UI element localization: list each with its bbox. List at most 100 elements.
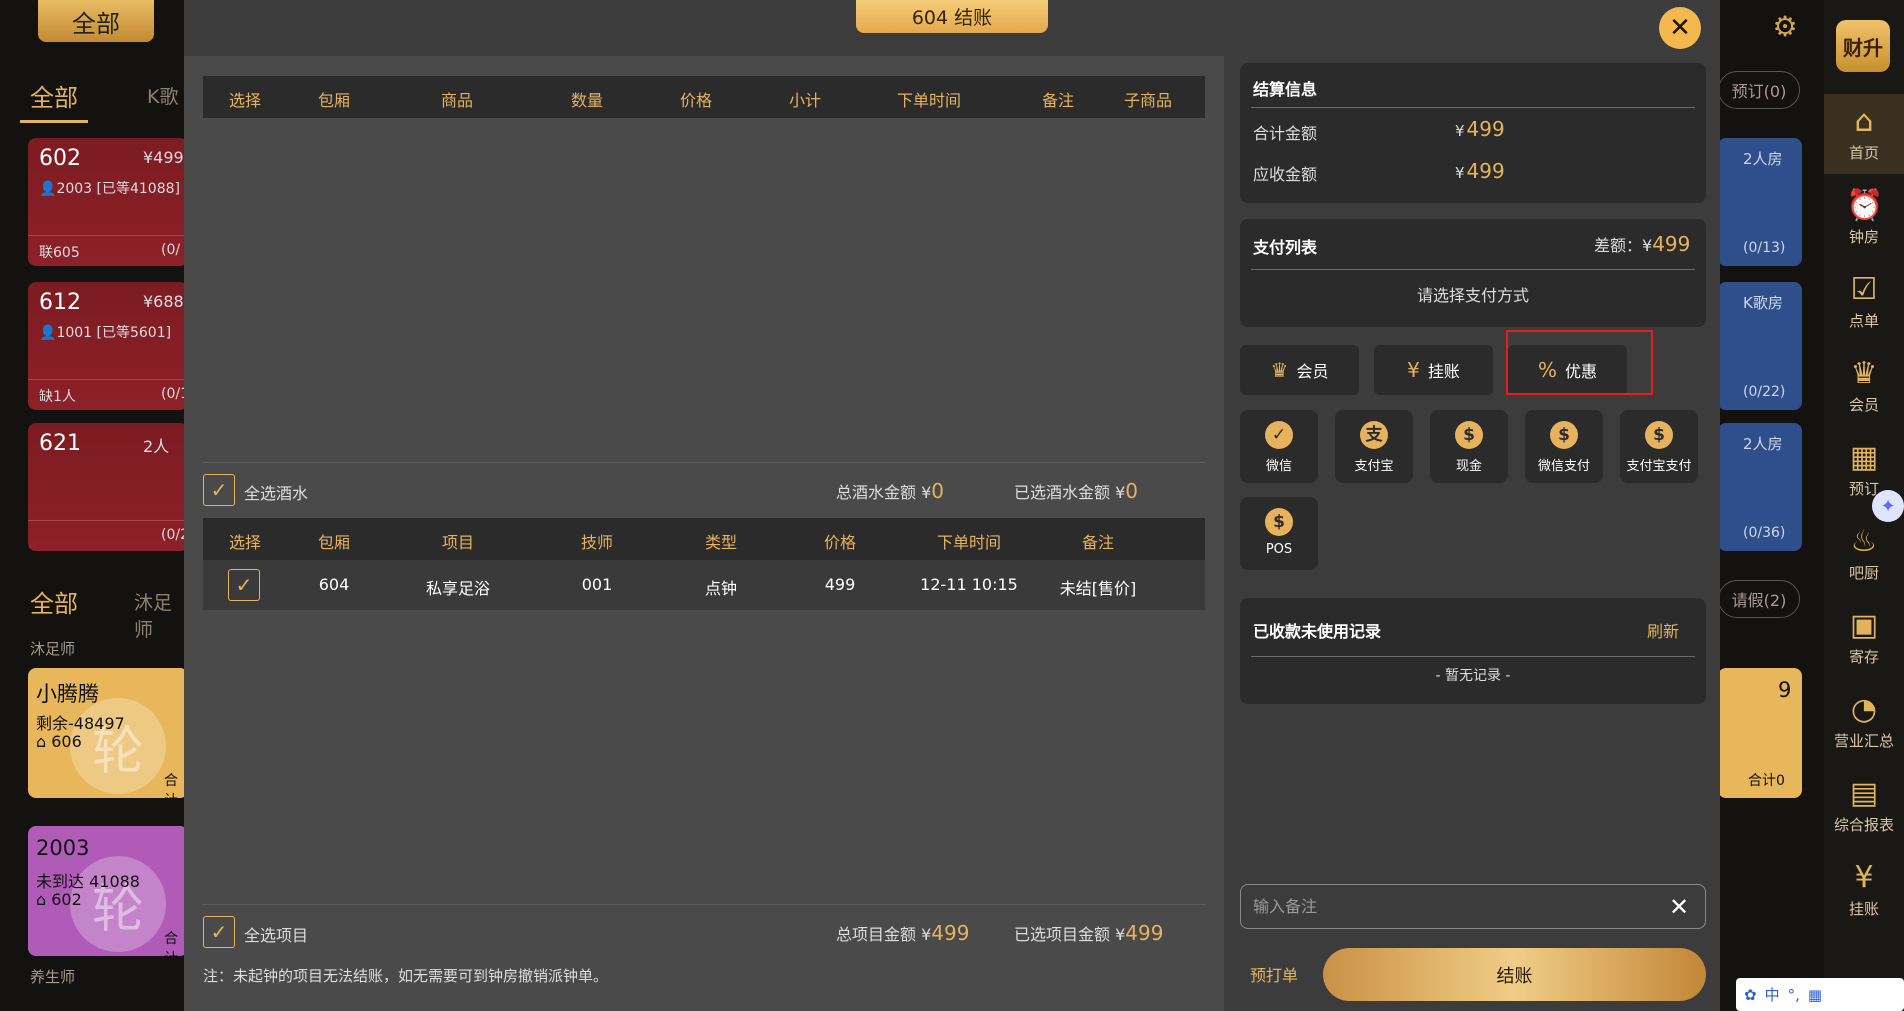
- row-price: 499: [824, 575, 856, 594]
- room-card-602[interactable]: 602 ¥499 👤2003 [已等41088] 联605 (0/: [28, 138, 188, 266]
- money-bag-icon: $: [1550, 421, 1578, 449]
- leave-tag[interactable]: 请假(2): [1718, 580, 1800, 618]
- home-icon: ⌂: [36, 890, 47, 909]
- ime-keyboard-icon: ▦: [1807, 985, 1823, 1004]
- tech-card-right[interactable]: 9 合计0: [1718, 668, 1802, 798]
- sidebar-item-member[interactable]: ♛ 会员: [1824, 346, 1904, 426]
- row-tech: 001: [581, 575, 613, 594]
- note-input[interactable]: [1240, 884, 1706, 929]
- credit-icon: ¥: [1854, 860, 1874, 895]
- credit-button[interactable]: ¥ 挂账: [1374, 345, 1493, 395]
- unused-payment-records: 已收款未使用记录 刷新 - 暂无记录 -: [1240, 598, 1706, 704]
- assistant-float-icon[interactable]: ✦: [1872, 490, 1904, 522]
- credit-icon: ¥: [1407, 358, 1420, 382]
- sidebar-item-clock-room[interactable]: ⏰ 钟房: [1824, 178, 1904, 258]
- sidebar-item-report[interactable]: ▤ 综合报表: [1824, 766, 1904, 846]
- sidebar-item-credit[interactable]: ¥ 挂账: [1824, 850, 1904, 930]
- room-card-blue-1[interactable]: 2人房 (0/13): [1718, 138, 1802, 266]
- col-order-time: 下单时间: [896, 91, 962, 110]
- pay-wechat-pay[interactable]: $ 微信支付: [1525, 410, 1603, 483]
- select-all-items-checkbox[interactable]: ✓: [203, 916, 235, 948]
- tech-type-tabs: 全部 沐足师: [0, 580, 185, 641]
- divider: [203, 904, 1205, 905]
- pay-alipay-pay[interactable]: $ 支付宝支付: [1620, 410, 1698, 483]
- pay-cash[interactable]: $ 现金: [1430, 410, 1508, 483]
- col-note: 备注: [1041, 91, 1075, 110]
- tech-name: 2003: [36, 836, 90, 860]
- sidebar-item-home[interactable]: ⌂ 首页: [1824, 94, 1904, 174]
- row-room: 604: [318, 575, 350, 594]
- pot-icon: ♨: [1850, 524, 1878, 559]
- payment-empty-hint: 请选择支付方式: [1416, 286, 1529, 305]
- section-health-tech: 养生师: [30, 968, 76, 986]
- highlight-box: [1506, 330, 1653, 395]
- money-bag-icon: $: [1455, 421, 1483, 449]
- ime-logo-icon: ✿: [1744, 985, 1757, 1004]
- items-total: 总项目金额 ¥499: [836, 921, 970, 945]
- home-icon: ⌂: [1854, 104, 1874, 139]
- tab-all[interactable]: 全部: [30, 78, 78, 113]
- col-select: 选择: [228, 533, 262, 552]
- records-title: 已收款未使用记录: [1253, 622, 1382, 641]
- sidebar-item-storage[interactable]: ▣ 寄存: [1824, 598, 1904, 678]
- clear-icon[interactable]: ✕: [1666, 894, 1692, 920]
- pay-pos[interactable]: $ POS: [1240, 497, 1318, 570]
- col-select: 选择: [228, 91, 262, 110]
- tech-room: ⌂ 606: [36, 732, 82, 751]
- pay-alipay[interactable]: 支 支付宝: [1335, 410, 1413, 483]
- room-card-621[interactable]: 621 2人 (0/2: [28, 423, 188, 551]
- tab-ktv[interactable]: K歌: [147, 82, 178, 109]
- room-price: ¥688: [143, 292, 184, 311]
- row-type: 点钟: [704, 579, 738, 598]
- room-info: 👤1001 [已等5601]: [39, 325, 172, 341]
- gear-icon[interactable]: ⚙: [1770, 12, 1800, 42]
- room-card-blue-3[interactable]: 2人房 (0/36): [1718, 423, 1802, 551]
- room-price: ¥499: [143, 148, 184, 167]
- close-icon[interactable]: ✕: [1659, 7, 1701, 49]
- sidebar-item-order[interactable]: ☑ 点单: [1824, 262, 1904, 342]
- tech-name: 小腾腾: [36, 682, 99, 706]
- ime-toolbar[interactable]: ✿ 中 °, ▦: [1736, 978, 1904, 1011]
- select-all-drinks-checkbox[interactable]: ✓: [203, 474, 235, 506]
- room-card-612[interactable]: 612 ¥688 👤1001 [已等5601] 缺1人 (0/1: [28, 282, 188, 410]
- total-amount-label: 合计金额: [1253, 124, 1318, 143]
- room-card-blue-2[interactable]: K歌房 (0/22): [1718, 282, 1802, 410]
- items-selected-total: 已选项目金额 ¥499: [1014, 921, 1164, 945]
- col-price: 价格: [823, 533, 857, 552]
- room-number: 621: [39, 431, 81, 456]
- section-foot-tech: 沐足师: [30, 640, 76, 658]
- storage-icon: ▣: [1849, 608, 1879, 643]
- member-button[interactable]: ♛ 会员: [1240, 345, 1359, 395]
- home-icon: ⌂: [36, 732, 47, 751]
- tech-total: 合计0: [1748, 773, 1785, 789]
- sidebar-item-kitchen[interactable]: ♨ 吧厨: [1824, 514, 1904, 594]
- refresh-link[interactable]: 刷新: [1647, 618, 1679, 642]
- drinks-total: 总酒水金额 ¥0: [836, 479, 945, 503]
- checkout-button[interactable]: 结账: [1323, 948, 1706, 1001]
- total-amount: ¥499: [1455, 117, 1505, 141]
- room-count: (0/22): [1743, 384, 1786, 400]
- divider: [203, 462, 1205, 463]
- row-select-checkbox[interactable]: ✓: [228, 569, 260, 601]
- tab-foot-tech[interactable]: 沐足师: [134, 588, 185, 642]
- room-type: 2人房: [1743, 150, 1783, 168]
- pay-wechat[interactable]: ✓ 微信: [1240, 410, 1318, 483]
- room-count: (0/: [161, 242, 181, 258]
- preprint-button[interactable]: 预打单: [1250, 962, 1298, 986]
- col-tech: 技师: [580, 533, 614, 552]
- tech-card-2[interactable]: 轮 2003 未到达 41088 ⌂ 602 合计: [28, 826, 188, 967]
- crown-icon: ♛: [1850, 356, 1878, 391]
- booking-tag[interactable]: 预订(0): [1718, 71, 1800, 109]
- col-order-time: 下单时间: [936, 533, 1002, 552]
- drinks-selected-total: 已选酒水金额 ¥0: [1014, 479, 1139, 503]
- pie-chart-icon: ◔: [1850, 692, 1878, 727]
- sidebar-item-summary[interactable]: ◔ 营业汇总: [1824, 682, 1904, 762]
- modal-title: 604 结账: [856, 0, 1048, 33]
- tab-all[interactable]: 全部: [30, 584, 78, 619]
- all-filter-button[interactable]: 全部: [38, 0, 154, 42]
- settlement-info: 结算信息 合计金额 ¥499 应收金额 ¥499: [1240, 63, 1706, 203]
- crown-icon: ♛: [1270, 358, 1289, 382]
- table-row[interactable]: ✓ 604 私享足浴 001 点钟 499 12-11 10:15 未结[售价]: [203, 560, 1205, 610]
- room-type-tabs: 全部 K歌: [0, 70, 185, 123]
- tech-card-1[interactable]: 轮 小腾腾 剩余-48497 ⌂ 606 合计: [28, 668, 188, 809]
